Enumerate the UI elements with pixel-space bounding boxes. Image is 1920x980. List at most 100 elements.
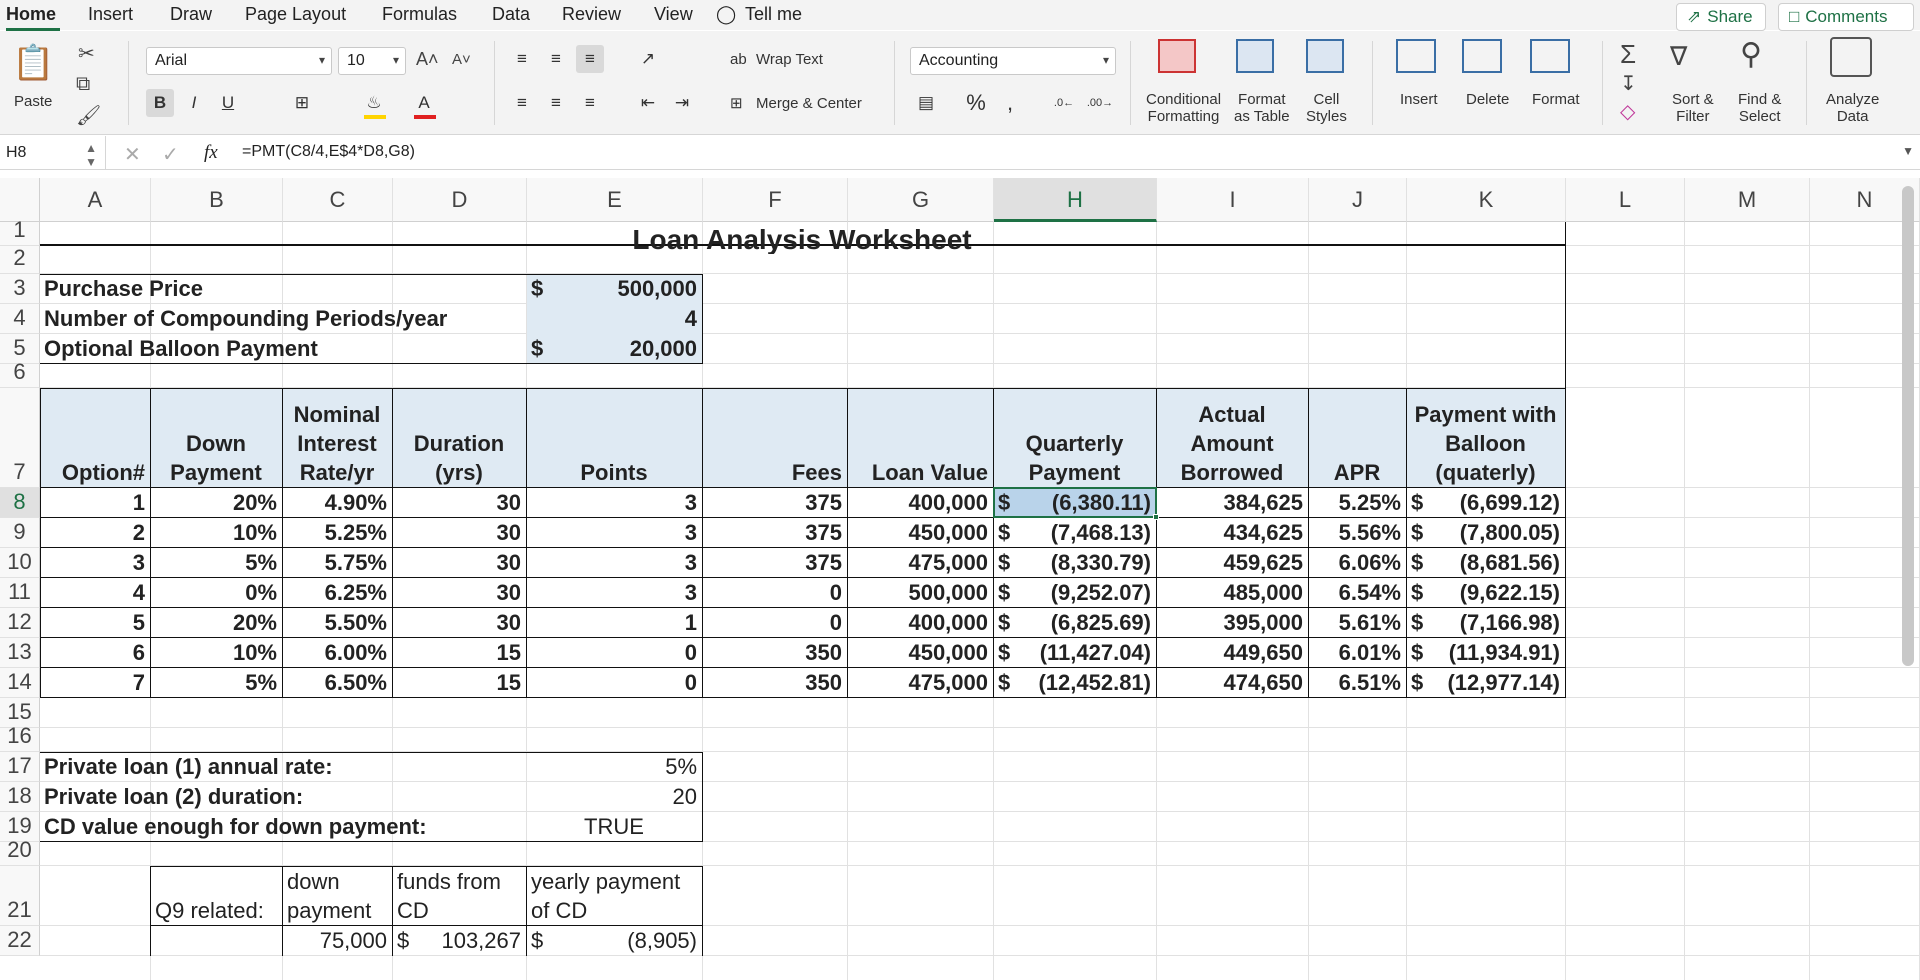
table-cell-fees[interactable]: 375 xyxy=(707,519,842,547)
header-apr[interactable]: APR xyxy=(1313,459,1401,487)
align-left-icon[interactable]: ≡ xyxy=(508,89,536,117)
table-cell-actual[interactable]: 474,650 xyxy=(1161,669,1303,697)
balloon-payment[interactable]: (7,800.05) xyxy=(1411,519,1560,547)
tab-draw[interactable]: Draw xyxy=(170,4,212,25)
table-cell-option[interactable]: 6 xyxy=(44,639,145,667)
vertical-scrollbar[interactable] xyxy=(1902,186,1914,666)
align-right-icon[interactable]: ≡ xyxy=(576,89,604,117)
accounting-format-icon[interactable]: ▤ xyxy=(912,89,940,117)
quarterly-payment[interactable]: (8,330.79) xyxy=(998,549,1151,577)
q9-label[interactable]: Q9 related: xyxy=(155,897,277,925)
align-middle-icon[interactable]: ≡ xyxy=(542,45,570,73)
table-cell-down[interactable]: 5% xyxy=(155,669,277,697)
q9-header[interactable]: funds from xyxy=(397,868,521,896)
row-header-11[interactable]: 11 xyxy=(0,578,40,608)
delete-cells-button[interactable]: Delete xyxy=(1466,91,1509,108)
row-header-6[interactable]: 6 xyxy=(0,359,40,388)
fill-handle[interactable] xyxy=(1153,514,1159,520)
header-balloon[interactable]: Balloon xyxy=(1411,430,1560,458)
balloon-payment[interactable]: (11,934.91) xyxy=(1411,639,1560,667)
table-cell-rate[interactable]: 4.90% xyxy=(287,489,387,517)
header-quarterly[interactable]: Quarterly xyxy=(998,430,1151,458)
table-cell-fees[interactable]: 375 xyxy=(707,549,842,577)
font-size-select[interactable]: 10 ▾ xyxy=(338,47,406,75)
formula-input[interactable]: =PMT(C8/4,E$4*D8,G8) xyxy=(242,143,415,161)
header-rate[interactable]: Nominal xyxy=(287,401,387,429)
row-header-10[interactable]: 10 xyxy=(0,548,40,578)
table-cell-option[interactable]: 4 xyxy=(44,579,145,607)
quarterly-payment[interactable]: (9,252.07) xyxy=(998,579,1151,607)
quarterly-payment[interactable]: (11,427.04) xyxy=(998,639,1151,667)
table-cell-actual[interactable]: 384,625 xyxy=(1161,489,1303,517)
row-header-7[interactable]: 7 xyxy=(0,388,40,488)
enter-icon[interactable]: ✓ xyxy=(162,142,179,167)
insert-cells-icon[interactable] xyxy=(1396,39,1436,73)
private-label[interactable]: Private loan (1) annual rate: xyxy=(44,753,521,781)
header-balloon[interactable]: (quaterly) xyxy=(1411,459,1560,487)
table-cell-actual[interactable]: 449,650 xyxy=(1161,639,1303,667)
quarterly-payment[interactable]: (7,468.13) xyxy=(998,519,1151,547)
input-value[interactable]: 4 xyxy=(531,305,697,333)
table-cell-actual[interactable]: 434,625 xyxy=(1161,519,1303,547)
table-cell-loan[interactable]: 450,000 xyxy=(852,639,988,667)
column-header-l[interactable]: L xyxy=(1566,178,1685,222)
table-cell-duration[interactable]: 30 xyxy=(397,519,521,547)
underline-button[interactable]: U xyxy=(214,89,242,117)
table-cell-points[interactable]: 3 xyxy=(531,549,697,577)
insert-cells-button[interactable]: Insert xyxy=(1400,91,1438,108)
sort-filter-button[interactable]: Sort & Filter xyxy=(1672,91,1714,125)
cell-styles-icon[interactable] xyxy=(1306,39,1344,73)
row-header-8[interactable]: 8 xyxy=(0,488,40,518)
merge-center-button[interactable]: Merge & Center xyxy=(756,95,862,112)
private-value[interactable]: TRUE xyxy=(531,813,697,841)
table-cell-apr[interactable]: 5.25% xyxy=(1313,489,1401,517)
column-header-b[interactable]: B xyxy=(151,178,283,222)
column-header-c[interactable]: C xyxy=(283,178,393,222)
row-header-21[interactable]: 21 xyxy=(0,866,40,926)
balloon-payment[interactable]: (12,977.14) xyxy=(1411,669,1560,697)
header-option[interactable]: Option# xyxy=(44,459,145,487)
input-value[interactable]: 20,000 xyxy=(531,335,697,363)
column-header-d[interactable]: D xyxy=(393,178,527,222)
column-header-h[interactable]: H xyxy=(994,178,1157,222)
table-cell-fees[interactable]: 0 xyxy=(707,579,842,607)
cell-styles-button[interactable]: Cell Styles xyxy=(1306,91,1347,125)
orientation-icon[interactable]: ↗ xyxy=(634,45,662,73)
table-cell-points[interactable]: 3 xyxy=(531,579,697,607)
input-label[interactable]: Number of Compounding Periods/year xyxy=(44,305,521,333)
quarterly-payment[interactable]: (6,825.69) xyxy=(998,609,1151,637)
table-cell-fees[interactable]: 0 xyxy=(707,609,842,637)
column-header-j[interactable]: J xyxy=(1309,178,1407,222)
table-cell-rate[interactable]: 6.00% xyxy=(287,639,387,667)
format-cells-button[interactable]: Format xyxy=(1532,91,1580,108)
row-header-22[interactable]: 22 xyxy=(0,926,40,956)
table-cell-duration[interactable]: 30 xyxy=(397,489,521,517)
header-balloon[interactable]: Payment with xyxy=(1411,401,1560,429)
row-header-2[interactable]: 2 xyxy=(0,245,40,274)
private-label[interactable]: CD value enough for down payment: xyxy=(44,813,521,841)
font-color-icon[interactable]: A xyxy=(410,89,438,117)
tell-me-search[interactable]: Tell me xyxy=(745,4,802,25)
table-cell-rate[interactable]: 5.25% xyxy=(287,519,387,547)
header-actual[interactable]: Actual xyxy=(1161,401,1303,429)
q9-header[interactable]: yearly payment xyxy=(531,868,697,896)
cut-icon[interactable]: ✂ xyxy=(78,41,95,66)
row-header-12[interactable]: 12 xyxy=(0,608,40,638)
table-cell-points[interactable]: 3 xyxy=(531,489,697,517)
header-fees[interactable]: Fees xyxy=(707,459,842,487)
header-duration[interactable]: (yrs) xyxy=(397,459,521,487)
paste-button-label[interactable]: Paste xyxy=(14,93,52,110)
row-header-1[interactable]: 1 xyxy=(0,217,40,246)
table-cell-points[interactable]: 3 xyxy=(531,519,697,547)
header-actual[interactable]: Amount xyxy=(1161,430,1303,458)
delete-cells-icon[interactable] xyxy=(1462,39,1502,73)
autosum-icon[interactable]: Σ xyxy=(1620,39,1636,70)
find-select-button[interactable]: Find & Select xyxy=(1738,91,1781,125)
table-cell-loan[interactable]: 475,000 xyxy=(852,549,988,577)
fill-color-icon[interactable]: ♨ xyxy=(360,89,388,117)
row-header-3[interactable]: 3 xyxy=(0,274,40,304)
row-header-20[interactable]: 20 xyxy=(0,837,40,866)
q9-yearly-value[interactable]: (8,905) xyxy=(531,927,697,955)
decrease-decimal-icon[interactable]: .00→ xyxy=(1086,89,1114,117)
number-format-select[interactable]: Accounting ▾ xyxy=(910,47,1116,75)
